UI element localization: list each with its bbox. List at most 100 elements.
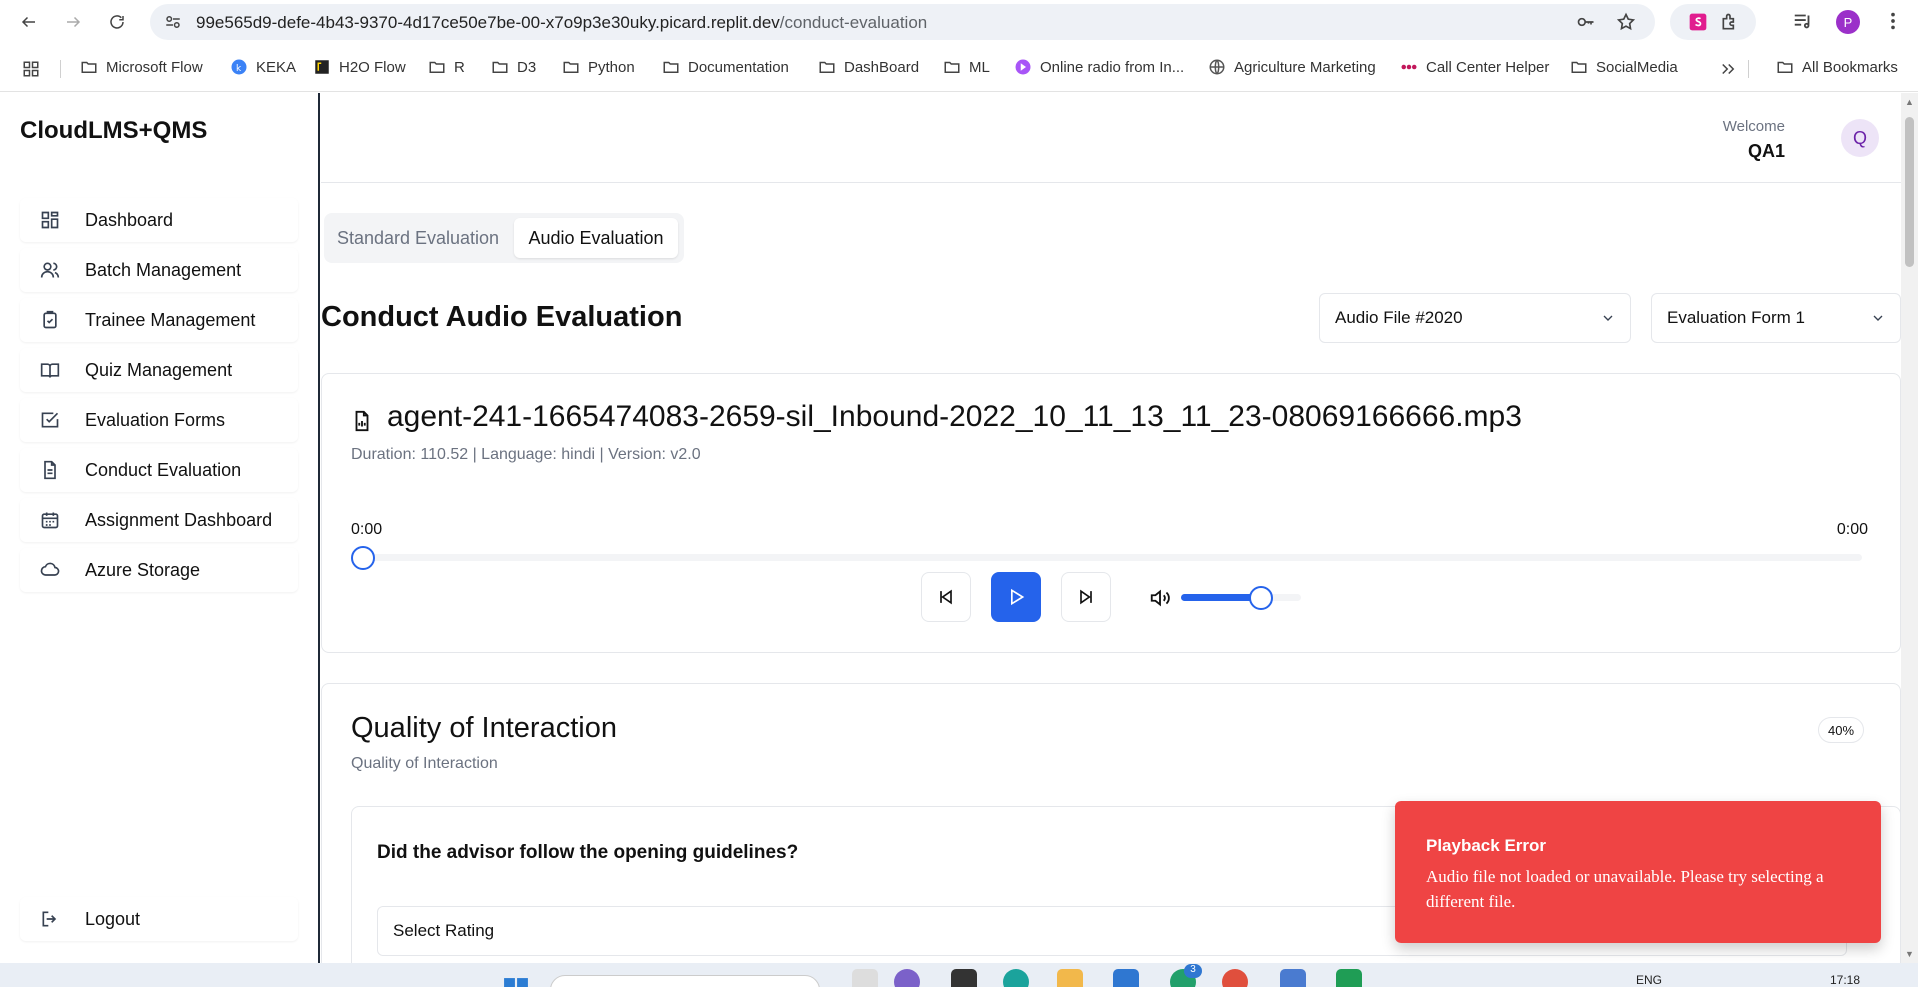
- page-scrollbar[interactable]: ▲ ▼: [1901, 93, 1918, 963]
- taskbar-app-icon[interactable]: [852, 969, 878, 987]
- bookmark-item[interactable]: D3: [491, 58, 536, 76]
- user-avatar[interactable]: Q: [1841, 119, 1879, 157]
- scroll-up-icon[interactable]: ▲: [1905, 97, 1914, 107]
- browser-toolbar: 99e565d9-defe-4b43-9370-4d17ce50e7be-00-…: [0, 0, 1918, 44]
- taskbar-app-icon[interactable]: [1336, 969, 1362, 987]
- sidebar-item-conduct-evaluation[interactable]: Conduct Evaluation: [20, 448, 298, 492]
- taskbar-app-icon[interactable]: [1003, 969, 1029, 987]
- site-settings-icon[interactable]: [164, 13, 182, 31]
- question-text: Did the advisor follow the opening guide…: [377, 842, 799, 863]
- sidebar-item-label: Quiz Management: [85, 360, 233, 380]
- bookmarks-bar: Microsoft Flow k KEKA H2O Flow R D3 Python Docu…: [0, 44, 1918, 92]
- more-bookmarks-chevron-icon[interactable]: [1719, 60, 1737, 78]
- sidebar-item-assignment-dashboard[interactable]: Assignment Dashboard: [20, 498, 298, 542]
- folder-icon: [818, 58, 836, 76]
- error-toast[interactable]: Playback Error Audio file not loaded or …: [1395, 801, 1881, 943]
- bookmark-item[interactable]: H2O Flow: [313, 58, 406, 76]
- browser-profile-avatar[interactable]: P: [1836, 10, 1860, 34]
- skip-forward-button[interactable]: [1061, 572, 1111, 622]
- bookmark-item[interactable]: Python: [562, 58, 635, 76]
- os-taskbar: 3 ENG 17:18: [0, 963, 1918, 987]
- taskbar-search[interactable]: [550, 975, 820, 987]
- chevron-down-icon: [1603, 315, 1613, 321]
- sidebar-item-trainee-management[interactable]: Trainee Management: [20, 298, 298, 342]
- scrollbar-thumb[interactable]: [1905, 117, 1914, 267]
- windows-start-icon[interactable]: [503, 977, 529, 987]
- folder-icon: [1570, 58, 1588, 76]
- taskbar-app-icon[interactable]: [1113, 969, 1139, 987]
- taskbar-calendar-icon[interactable]: [1280, 969, 1306, 987]
- page-title: Conduct Audio Evaluation: [321, 301, 683, 333]
- bookmark-item[interactable]: Call Center Helper: [1400, 58, 1549, 76]
- sidebar-item-label: Assignment Dashboard: [85, 510, 273, 530]
- bookmark-item[interactable]: k KEKA: [230, 58, 296, 76]
- taskbar-app-icon[interactable]: [951, 969, 977, 987]
- folder-icon: [491, 58, 509, 76]
- skip-back-button[interactable]: [921, 572, 971, 622]
- play-button[interactable]: [991, 572, 1041, 622]
- address-bar[interactable]: 99e565d9-defe-4b43-9370-4d17ce50e7be-00-…: [150, 4, 1655, 40]
- toast-message: Audio file not loaded or unavailable. Pl…: [1426, 867, 1824, 911]
- rating-select-placeholder: Select Rating: [393, 921, 495, 940]
- all-bookmarks-link[interactable]: All Bookmarks: [1776, 58, 1898, 76]
- arrow-left-icon: [21, 16, 35, 28]
- taskbar-language[interactable]: ENG: [1636, 973, 1662, 987]
- book-open-icon: [40, 363, 60, 378]
- cloud-icon: [40, 562, 60, 576]
- bookmark-item[interactable]: SocialMedia: [1570, 58, 1678, 76]
- bookmark-label: DashBoard: [844, 58, 920, 76]
- taskbar-chrome-icon[interactable]: [1222, 969, 1248, 987]
- bookmark-star-icon[interactable]: [1616, 12, 1636, 32]
- section-weight-badge: 40%: [1818, 717, 1864, 743]
- extension-s-icon[interactable]: [1688, 12, 1708, 32]
- reload-button[interactable]: [102, 7, 132, 37]
- sidebar-item-evaluation-forms[interactable]: Evaluation Forms: [20, 398, 298, 442]
- bookmark-item[interactable]: Online radio from In...: [1014, 58, 1184, 76]
- bookmark-label: KEKA: [256, 58, 297, 76]
- forward-button[interactable]: [58, 7, 88, 37]
- current-time: 0:00: [351, 521, 383, 538]
- bookmarks-separator: [60, 60, 61, 78]
- evaluation-form-select[interactable]: Evaluation Form 1: [1651, 293, 1901, 343]
- volume-icon[interactable]: [1149, 587, 1171, 609]
- section-title: Quality of Interaction: [351, 712, 617, 744]
- brand-logo-text: CloudLMS+QMS: [20, 117, 208, 144]
- tab-standard-evaluation[interactable]: Standard Evaluation: [329, 218, 507, 258]
- all-bookmarks-label: All Bookmarks: [1802, 58, 1898, 76]
- playback-progress-slider[interactable]: [351, 546, 1862, 570]
- kebab-menu-icon[interactable]: [1882, 10, 1904, 32]
- media-queue-icon[interactable]: [1792, 10, 1814, 32]
- bookmark-item[interactable]: Agriculture Marketing: [1208, 58, 1376, 76]
- dots-icon: [1400, 58, 1418, 76]
- bookmark-item[interactable]: DashBoard: [818, 58, 919, 76]
- sidebar-item-azure-storage[interactable]: Azure Storage: [20, 548, 298, 592]
- taskbar-app-icon[interactable]: [894, 969, 920, 987]
- tab-audio-evaluation[interactable]: Audio Evaluation: [514, 218, 678, 258]
- bookmark-label: Documentation: [688, 58, 789, 76]
- audio-file-select[interactable]: Audio File #2020: [1319, 293, 1631, 343]
- bookmark-item[interactable]: Documentation: [662, 58, 789, 76]
- scroll-down-icon[interactable]: ▼: [1905, 949, 1914, 959]
- bookmark-item[interactable]: R: [428, 58, 465, 76]
- taskbar-folder-icon[interactable]: [1057, 969, 1083, 987]
- calendar-icon: [41, 512, 59, 529]
- back-button[interactable]: [14, 7, 44, 37]
- taskbar-clock[interactable]: 17:18: [1830, 973, 1860, 987]
- sidebar-item-dashboard[interactable]: Dashboard: [20, 198, 298, 242]
- bookmark-item[interactable]: ML: [943, 58, 990, 76]
- volume-slider[interactable]: [1181, 586, 1301, 610]
- folder-icon: [80, 58, 98, 76]
- apps-grid-icon[interactable]: [22, 60, 40, 78]
- url-text[interactable]: 99e565d9-defe-4b43-9370-4d17ce50e7be-00-…: [196, 13, 927, 33]
- bookmark-label: R: [454, 58, 465, 76]
- bookmark-item[interactable]: Microsoft Flow: [80, 58, 203, 76]
- logout-button[interactable]: Logout: [20, 897, 298, 941]
- puzzle-icon[interactable]: [1720, 12, 1740, 32]
- extensions-area: [1670, 4, 1756, 40]
- logout-label: Logout: [85, 909, 141, 929]
- sidebar-item-batch-management[interactable]: Batch Management: [20, 248, 298, 292]
- file-text-icon: [44, 460, 56, 480]
- sidebar-item-quiz-management[interactable]: Quiz Management: [20, 348, 298, 392]
- password-key-icon[interactable]: [1576, 12, 1596, 32]
- playback-progress-thumb[interactable]: [351, 546, 375, 570]
